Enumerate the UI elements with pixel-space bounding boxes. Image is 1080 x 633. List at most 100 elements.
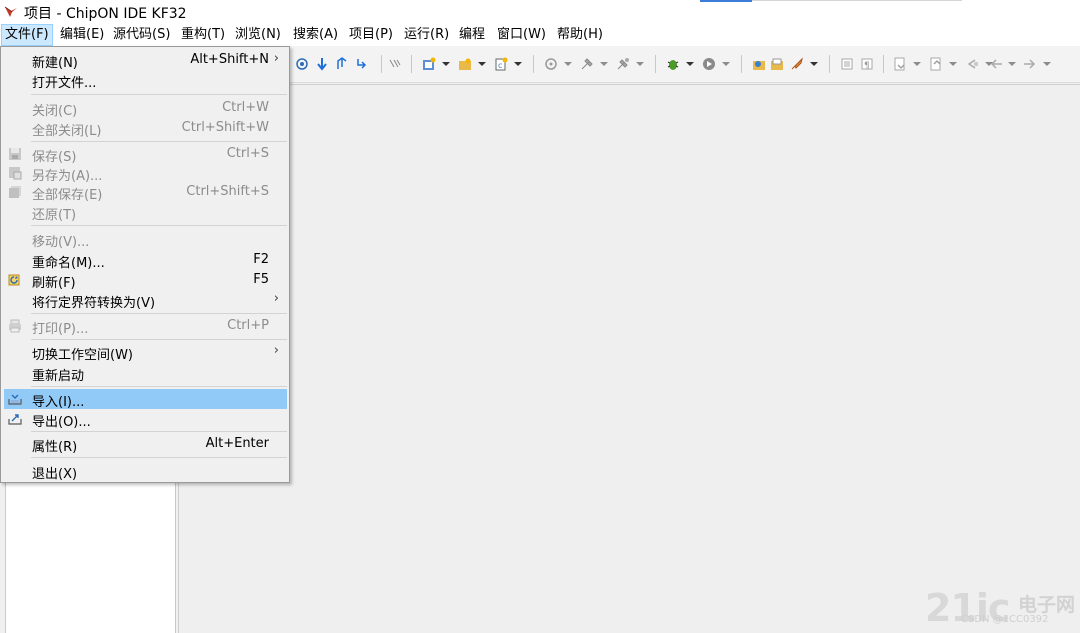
- show-whitespace-icon[interactable]: ¶: [860, 57, 874, 71]
- dropdown-arrow[interactable]: [636, 62, 644, 66]
- menu-file[interactable]: 文件(F): [1, 24, 53, 46]
- menu-item-label: 全部保存(E): [32, 188, 103, 203]
- editor-area[interactable]: [178, 84, 1080, 633]
- menu-bar: 文件(F) 编辑(E) 源代码(S) 重构(T) 浏览(N) 搜索(A) 项目(…: [0, 24, 1080, 46]
- menu-item-close[interactable]: 关闭(C) Ctrl+W: [1, 98, 289, 119]
- shortcut-label: Alt+Shift+N: [190, 52, 269, 67]
- menu-item-save[interactable]: 保存(S) Ctrl+S: [1, 144, 289, 165]
- filter-icon[interactable]: [388, 57, 402, 71]
- step-into-icon[interactable]: [335, 57, 349, 71]
- shortcut-label: F5: [253, 272, 269, 287]
- menu-item-label: 新建(N): [32, 56, 78, 71]
- debug-bug-icon[interactable]: [666, 57, 680, 71]
- submenu-arrow-icon: ›: [273, 291, 279, 306]
- menu-separator: [31, 141, 287, 142]
- hammer-icon[interactable]: [580, 57, 594, 71]
- menu-item-rename[interactable]: 重命名(M)... F2: [1, 250, 289, 271]
- menu-item-label: 导入(I)...: [32, 395, 85, 410]
- dropdown-arrow[interactable]: [1008, 62, 1016, 66]
- menu-project[interactable]: 项目(P): [346, 24, 396, 46]
- dropdown-arrow[interactable]: [913, 62, 921, 66]
- dropdown-arrow[interactable]: [1043, 62, 1051, 66]
- print-icon: [9, 319, 21, 333]
- menu-item-save-all[interactable]: 全部保存(E) Ctrl+Shift+S: [1, 182, 289, 203]
- dropdown-arrow[interactable]: [442, 62, 450, 66]
- menu-item-label: 重命名(M)...: [32, 256, 105, 271]
- menu-item-revert[interactable]: 还原(T): [1, 202, 289, 223]
- menu-item-restart[interactable]: 重新启动: [1, 363, 289, 384]
- new-folder-icon[interactable]: [458, 57, 472, 71]
- title-accent-line: [752, 0, 962, 1]
- toolbar-separator: [381, 55, 382, 73]
- menu-item-refresh[interactable]: 刷新(F) F5: [1, 270, 289, 291]
- menu-item-close-all[interactable]: 全部关闭(L) Ctrl+Shift+W: [1, 118, 289, 139]
- menu-run[interactable]: 运行(R): [401, 24, 452, 46]
- menu-item-open-file[interactable]: 打开文件...: [1, 70, 289, 91]
- menu-separator: [31, 386, 287, 387]
- menu-item-save-as[interactable]: 另存为(A)...: [1, 163, 289, 184]
- build-all-icon[interactable]: [616, 57, 630, 71]
- menu-edit[interactable]: 编辑(E): [57, 24, 107, 46]
- dropdown-arrow[interactable]: [514, 62, 522, 66]
- menu-item-properties[interactable]: 属性(R) Alt+Enter: [1, 434, 289, 455]
- dropdown-arrow[interactable]: [810, 62, 818, 66]
- dropdown-arrow[interactable]: [564, 62, 572, 66]
- menu-window[interactable]: 窗口(W): [494, 24, 549, 46]
- arrow-down-icon[interactable]: [315, 57, 329, 71]
- new-c-project-icon[interactable]: [422, 57, 436, 71]
- last-edit-icon[interactable]: [965, 57, 979, 71]
- menu-source[interactable]: 源代码(S): [110, 24, 173, 46]
- shortcut-label: Ctrl+P: [227, 318, 269, 333]
- open-workspace-icon[interactable]: [752, 57, 766, 71]
- prev-annotation-icon[interactable]: [929, 57, 943, 71]
- shortcut-label: Alt+Enter: [205, 436, 269, 451]
- svg-text:¶: ¶: [864, 61, 870, 71]
- shortcut-label: Ctrl+Shift+W: [181, 120, 269, 135]
- menu-item-label: 关闭(C): [32, 104, 78, 119]
- next-annotation-icon[interactable]: [893, 57, 907, 71]
- menu-item-switch-workspace[interactable]: 切换工作空间(W) ›: [1, 342, 289, 363]
- menu-item-label: 还原(T): [32, 208, 77, 223]
- dropdown-arrow[interactable]: [722, 62, 730, 66]
- dropdown-arrow[interactable]: [600, 62, 608, 66]
- step-return-icon[interactable]: [355, 57, 369, 71]
- menu-item-label: 打开文件...: [32, 76, 97, 91]
- menu-item-export[interactable]: 导出(O)...: [1, 409, 289, 430]
- watermark: 21ic 电子网 CSDN @1CC0392: [925, 586, 1075, 630]
- menu-separator: [31, 313, 287, 314]
- menu-program[interactable]: 编程: [456, 24, 488, 46]
- menu-item-exit[interactable]: 退出(X): [1, 461, 289, 482]
- toolbar-separator: [741, 55, 742, 73]
- shortcut-label: Ctrl+S: [226, 146, 269, 161]
- project-explorer-panel[interactable]: [5, 482, 176, 633]
- menu-item-convert-line-delimiters[interactable]: 将行定界符转换为(V) ›: [1, 290, 289, 311]
- toolbar-separator: [533, 55, 534, 73]
- forward-icon[interactable]: [1022, 57, 1036, 71]
- menu-item-label: 属性(R): [32, 440, 78, 455]
- run-icon[interactable]: [702, 57, 716, 71]
- save-all-icon: [9, 186, 21, 198]
- menu-search[interactable]: 搜索(A): [290, 24, 341, 46]
- menu-item-print[interactable]: 打印(P)... Ctrl+P: [1, 316, 289, 337]
- new-source-file-icon[interactable]: c: [494, 57, 508, 71]
- app-logo-icon: [4, 6, 17, 17]
- menu-item-import[interactable]: 导入(I)...: [4, 389, 287, 410]
- open-folder-icon[interactable]: [770, 57, 784, 71]
- rocket-icon[interactable]: [790, 57, 804, 71]
- menu-item-move[interactable]: 移动(V)...: [1, 229, 289, 250]
- at-icon[interactable]: [295, 57, 309, 71]
- toggle-block-icon[interactable]: [840, 57, 854, 71]
- submenu-arrow-icon: ›: [273, 343, 279, 358]
- build-config-icon[interactable]: [544, 57, 558, 71]
- svg-text:c: c: [498, 61, 502, 70]
- menu-navigate[interactable]: 浏览(N): [232, 24, 284, 46]
- menu-item-new[interactable]: 新建(N) Alt+Shift+N ›: [1, 50, 289, 71]
- menu-refactor[interactable]: 重构(T): [178, 24, 228, 46]
- dropdown-arrow[interactable]: [686, 62, 694, 66]
- back-icon[interactable]: [990, 57, 1004, 71]
- shortcut-label: F2: [253, 252, 269, 267]
- dropdown-arrow[interactable]: [478, 62, 486, 66]
- dropdown-arrow[interactable]: [949, 62, 957, 66]
- menu-help[interactable]: 帮助(H): [554, 24, 606, 46]
- menu-separator: [31, 339, 287, 340]
